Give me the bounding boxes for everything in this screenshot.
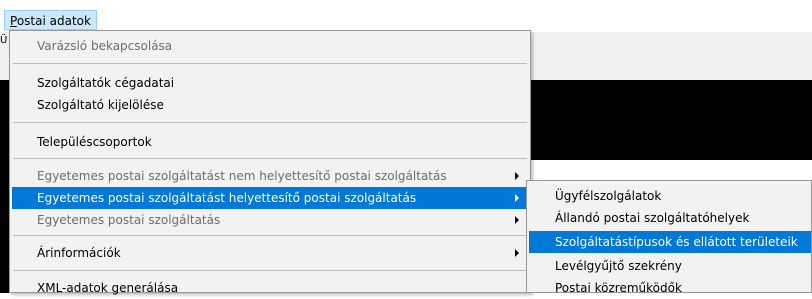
- menu-item-label: Egyetemes postai szolgáltatást nem helye…: [37, 169, 447, 183]
- menu-item-label: Árinformációk: [37, 246, 121, 260]
- submenu-item-postai-kozremukodok[interactable]: Postai közreműködők: [529, 277, 811, 299]
- menu-separator: [13, 270, 527, 271]
- submenu-item-ugyfelszolgalatok[interactable]: Ügyfélszolgálatok: [529, 185, 811, 207]
- menu-item-label: Levélgyűjtő szekrény: [555, 259, 682, 273]
- submenu-arrow-icon: [512, 165, 524, 187]
- menu-item-varazslo-bekapcsolasa[interactable]: Varázsló bekapcsolása: [12, 35, 528, 57]
- menu-item-helyettesito-szolgaltatas[interactable]: Egyetemes postai szolgáltatást helyettes…: [12, 187, 528, 209]
- menu-postai-adatok-mnemonic: P: [10, 14, 17, 28]
- menu-item-label: Szolgáltatók cégadatai: [37, 76, 175, 90]
- submenu-item-levelgyujto-szekreny[interactable]: Levélgyűjtő szekrény: [529, 255, 811, 277]
- menu-separator: [13, 158, 527, 159]
- submenu-item-szolgaltatastipusok[interactable]: Szolgáltatástípusok és ellátott területe…: [529, 231, 811, 253]
- helyettesito-szolgaltatas-submenu: Ügyfélszolgálatok Állandó postai szolgál…: [526, 180, 812, 295]
- menu-item-nem-helyettesito-szolgaltatas[interactable]: Egyetemes postai szolgáltatást nem helye…: [12, 165, 528, 187]
- menu-item-egyetemes-postai-szolgaltatas[interactable]: Egyetemes postai szolgáltatás: [12, 209, 528, 231]
- menu-item-szolgaltato-kijelolese[interactable]: Szolgáltató kijelölése: [12, 94, 528, 116]
- submenu-arrow-icon: [512, 242, 524, 264]
- menu-item-label: Szolgáltató kijelölése: [37, 98, 164, 112]
- menu-postai-adatok[interactable]: Postai adatok: [4, 10, 97, 30]
- menu-item-xml-adatok-generalasa[interactable]: XML-adatok generálása: [12, 277, 528, 299]
- menu-bar: Postai adatok: [0, 0, 812, 32]
- menu-item-telepulescsoportok[interactable]: Településcsoportok: [12, 131, 528, 153]
- menu-separator: [13, 63, 527, 64]
- menu-item-label: Szolgáltatástípusok és ellátott területe…: [555, 235, 798, 249]
- submenu-arrow-icon: [512, 187, 524, 209]
- submenu-arrow-icon: [512, 209, 524, 231]
- menu-item-label: Ügyfélszolgálatok: [555, 189, 662, 203]
- submenu-item-allando-postai-szolgaltatohelyek[interactable]: Állandó postai szolgáltatóhelyek: [529, 207, 811, 229]
- menu-item-label: Településcsoportok: [37, 135, 152, 149]
- menu-item-label: Egyetemes postai szolgáltatást helyettes…: [37, 191, 417, 205]
- menu-postai-adatok-label: ostai adatok: [16, 14, 91, 28]
- menu-item-label: Egyetemes postai szolgáltatás: [37, 213, 221, 227]
- menu-item-label: Állandó postai szolgáltatóhelyek: [555, 211, 750, 225]
- postai-adatok-dropdown: Varázsló bekapcsolása Szolgáltatók cégad…: [9, 30, 531, 295]
- menu-item-szolgaltatok-cegadatai[interactable]: Szolgáltatók cégadatai: [12, 72, 528, 94]
- menu-item-arinformaciok[interactable]: Árinformációk: [12, 242, 528, 264]
- menu-separator: [13, 235, 527, 236]
- menu-separator: [13, 122, 527, 123]
- menu-item-label: Varázsló bekapcsolása: [37, 39, 173, 53]
